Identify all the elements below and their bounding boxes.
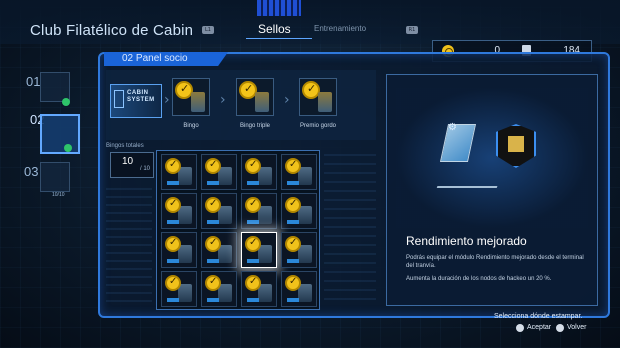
bingos-denominator: / 10 — [140, 166, 151, 172]
stamp-check-icon — [285, 197, 301, 213]
sidebar-item-01-check-icon — [62, 98, 70, 106]
reward-premio-gordo-label: Premio gordo — [299, 123, 337, 129]
cell-tag — [247, 220, 259, 224]
reward-art — [191, 92, 205, 112]
bingos-value: 10 — [122, 156, 134, 167]
cell-tag — [167, 298, 179, 302]
cabin-system-label: CABIN SYSTEM — [127, 90, 155, 103]
cabin-logo-icon — [114, 90, 124, 108]
circle-button-icon[interactable] — [556, 324, 564, 332]
reward-bingo-triple[interactable] — [236, 78, 274, 116]
detail-effect: Aumenta la duración de los nodos de hack… — [406, 276, 552, 282]
cell-tag — [247, 259, 259, 263]
reward-premio-gordo[interactable] — [299, 78, 337, 116]
stamp-check-icon — [165, 236, 181, 252]
stamp-check-icon — [285, 236, 301, 252]
chevron-right-icon: › — [284, 92, 290, 108]
tab-indicator — [257, 0, 301, 16]
sidebar-item-03-progress: 10/10 — [52, 192, 65, 198]
grid-cell[interactable] — [161, 193, 197, 229]
cell-tag — [167, 181, 179, 185]
detail-description: Podrás equipar el módulo Rendimiento mej… — [406, 255, 584, 269]
stamp-grid — [156, 150, 320, 310]
cell-tag — [247, 298, 259, 302]
sidebar-item-01-num: 01 — [26, 74, 41, 89]
stamp-check-icon — [285, 275, 301, 291]
cell-tag — [287, 298, 299, 302]
grid-cell[interactable] — [201, 193, 237, 229]
grid-cell[interactable] — [281, 271, 317, 307]
grid-cell[interactable] — [241, 193, 277, 229]
display-stand — [436, 170, 504, 188]
tab-underline — [246, 38, 312, 39]
grid-cell[interactable] — [281, 154, 317, 190]
grid-cell[interactable] — [161, 232, 197, 268]
cell-tag — [167, 259, 179, 263]
grid-cell[interactable] — [201, 232, 237, 268]
tab-sellos[interactable]: Sellos — [258, 22, 291, 36]
accept-button[interactable]: Aceptar — [527, 324, 551, 331]
cell-tag — [207, 181, 219, 185]
instruction-hint: Selecciona dónde estampar. — [494, 313, 583, 320]
grid-cell[interactable] — [241, 154, 277, 190]
grid-cell[interactable] — [241, 271, 277, 307]
cell-tag — [287, 259, 299, 263]
reward-bingo-triple-label: Bingo triple — [239, 123, 271, 129]
detail-title: Rendimiento mejorado — [406, 234, 527, 248]
grid-cell[interactable] — [241, 232, 277, 268]
l1-button-badge[interactable]: L1 — [202, 26, 214, 34]
page-title: Club Filatélico de Cabin — [30, 22, 194, 39]
bingos-totales-label: Bingos totales — [106, 143, 144, 149]
chevron-right-icon: › — [164, 92, 170, 108]
panel-title: 02 Panel socio — [122, 53, 188, 64]
stamp-check-icon — [165, 158, 181, 174]
grid-cell[interactable] — [201, 154, 237, 190]
cell-tag — [247, 181, 259, 185]
grid-cell[interactable] — [201, 271, 237, 307]
sidebar-item-03[interactable] — [40, 162, 70, 192]
stamp-check-icon — [205, 275, 221, 291]
stamp-check-icon — [205, 158, 221, 174]
stamp-check-icon — [245, 236, 261, 252]
cell-tag — [207, 298, 219, 302]
grid-cell[interactable] — [281, 193, 317, 229]
grid-cell[interactable] — [161, 154, 197, 190]
reward-bingo-label: Bingo — [183, 123, 199, 129]
stamp-check-icon — [245, 197, 261, 213]
detail-illustration — [396, 88, 588, 228]
grid-cell[interactable] — [161, 271, 197, 307]
stamp-check-icon — [165, 275, 181, 291]
sidebar-item-02[interactable] — [40, 114, 80, 154]
stamp-check-icon — [205, 236, 221, 252]
stamp-check-icon — [245, 158, 261, 174]
decorative-strip — [324, 150, 376, 300]
grid-cell[interactable] — [281, 232, 317, 268]
cell-tag — [167, 220, 179, 224]
cell-tag — [287, 220, 299, 224]
gear-icon: ⚙ — [448, 122, 457, 133]
badge-emblem — [508, 136, 524, 152]
sidebar-item-03-num: 03 — [24, 164, 39, 179]
cell-tag — [207, 259, 219, 263]
reward-art — [318, 92, 332, 112]
stamp-check-icon — [245, 275, 261, 291]
back-button[interactable]: Volver — [567, 324, 586, 331]
stamp-check-icon — [165, 197, 181, 213]
stamp-check-icon — [205, 197, 221, 213]
stamp-check-icon — [285, 158, 301, 174]
tab-entrenamiento[interactable]: Entrenamiento — [314, 24, 366, 33]
reward-art — [255, 92, 269, 112]
sidebar-item-02-check-icon — [64, 144, 72, 152]
r1-button-badge[interactable]: R1 — [406, 26, 418, 34]
reward-bingo[interactable] — [172, 78, 210, 116]
decorative-strip — [106, 182, 152, 302]
cell-tag — [207, 220, 219, 224]
chevron-right-icon: › — [220, 92, 226, 108]
cross-button-icon[interactable] — [516, 324, 524, 332]
cell-tag — [287, 181, 299, 185]
